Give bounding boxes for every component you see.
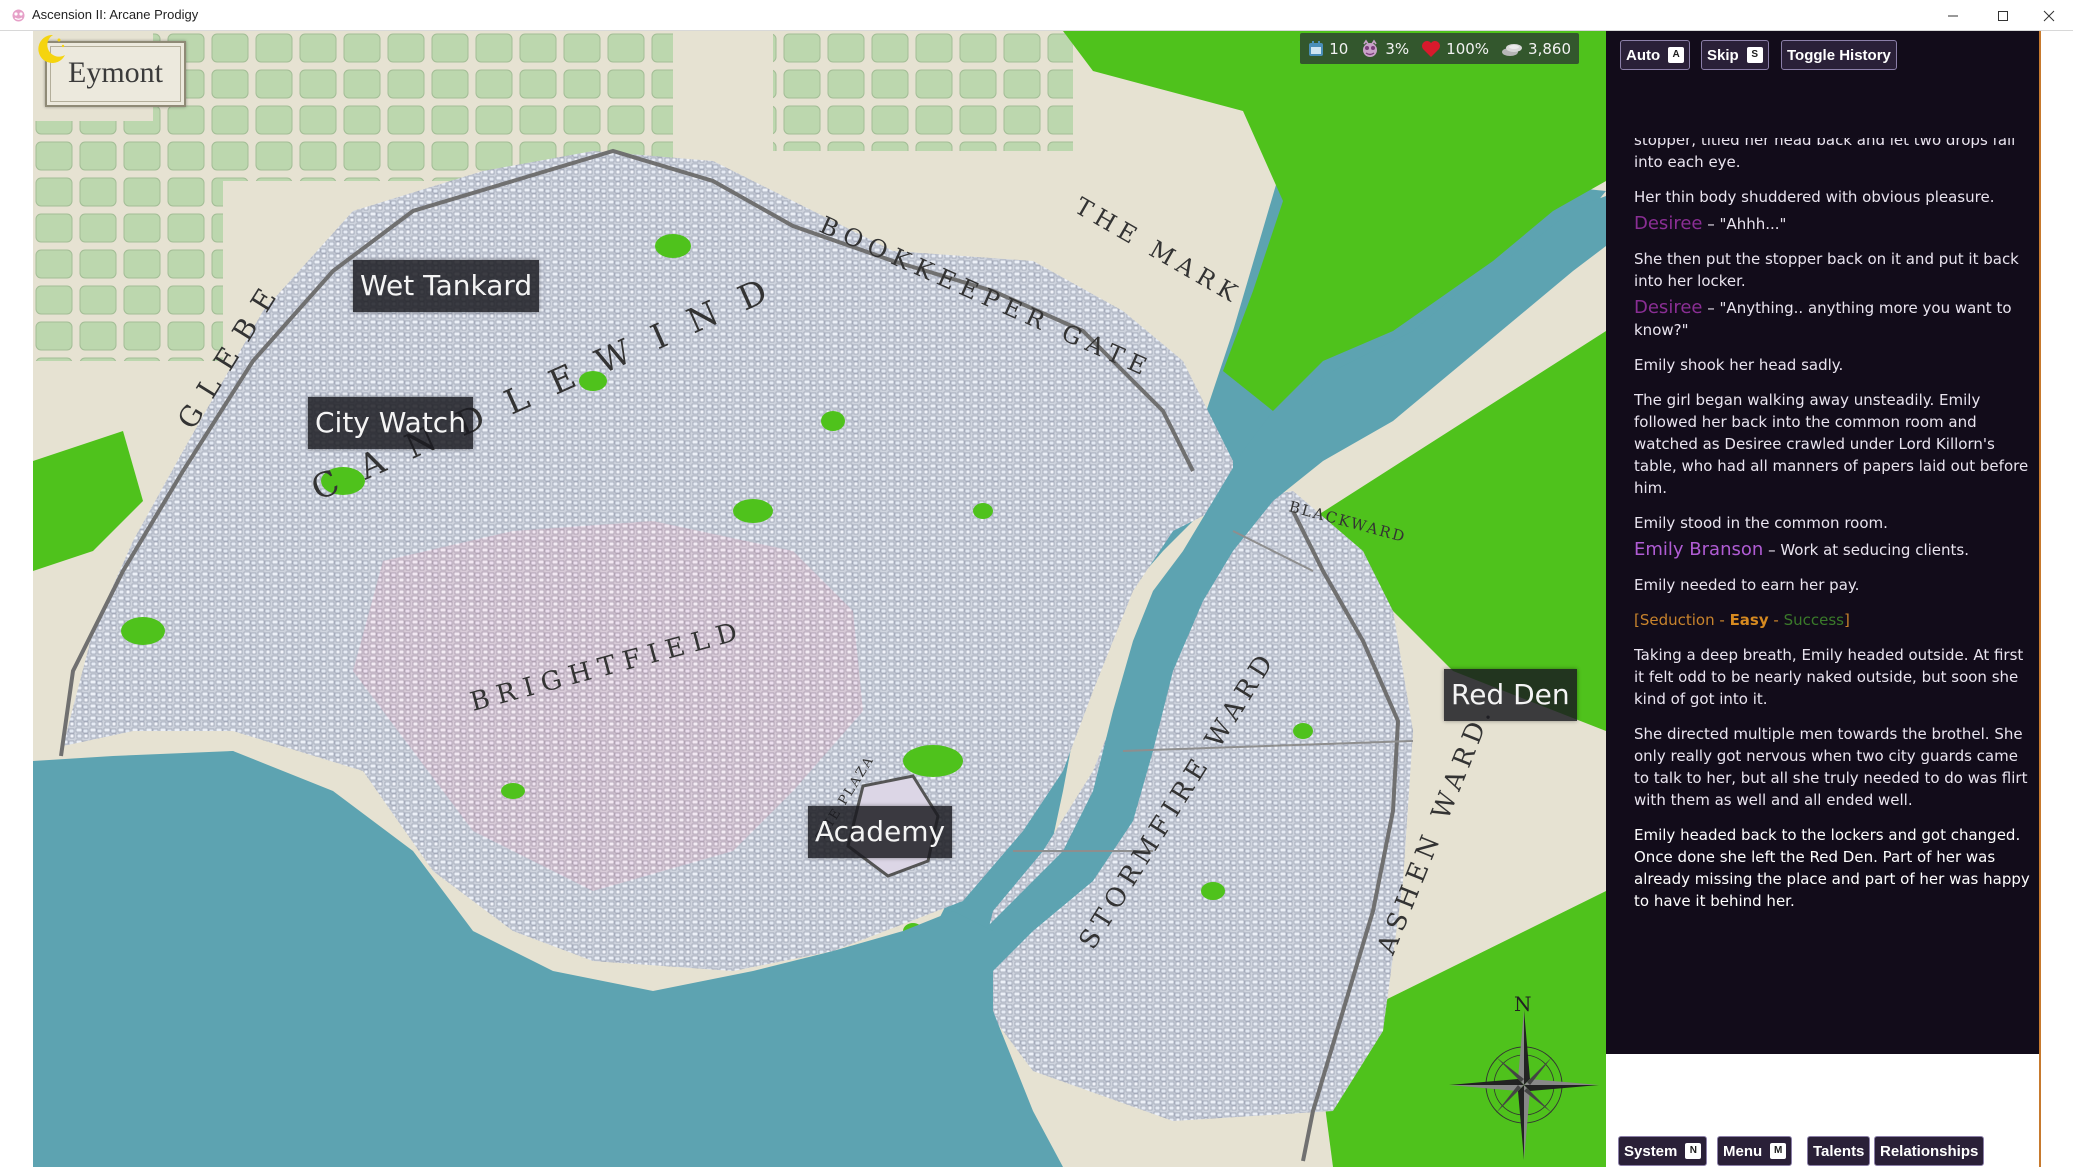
talents-button-label: Talents	[1813, 1142, 1865, 1160]
minimize-button[interactable]	[1930, 0, 1976, 31]
location-academy[interactable]: Academy	[808, 806, 953, 858]
location-city-watch[interactable]: City Watch	[308, 397, 473, 449]
speaker-name: Desiree	[1634, 213, 1703, 234]
toggle-history-button[interactable]: Toggle History	[1781, 40, 1897, 70]
skill-check-open: [Seduction -	[1634, 611, 1730, 629]
maximize-icon	[1998, 10, 2008, 21]
story-paragraph: Emily shook her head sadly.	[1634, 356, 1844, 374]
moon-icon	[38, 34, 65, 63]
location-red-den[interactable]: Red Den	[1444, 669, 1577, 721]
window-right-margin	[2041, 31, 2073, 1167]
relationships-button-label: Relationships	[1880, 1142, 1979, 1160]
city-name: Eymont	[50, 46, 181, 102]
corruption-stat: 3%	[1360, 39, 1409, 59]
auto-button-label: Auto	[1626, 46, 1661, 64]
story-paragraph: Emily needed to earn her pay.	[1634, 576, 1860, 594]
corruption-icon	[1363, 39, 1378, 57]
dialogue-line: Emily Branson – Work at seducing clients…	[1634, 539, 2030, 561]
system-hotkey: N	[1685, 1143, 1702, 1159]
skill-check-difficulty: Easy	[1729, 611, 1769, 629]
system-button-label: System	[1624, 1142, 1678, 1160]
city-map[interactable]: GLEBE CANDLEWIND BOOKKEEPER GATE THE MAR…	[33, 31, 1606, 1167]
skip-hotkey: S	[1746, 47, 1763, 63]
story-paragraph: Emily stood in the common room.	[1634, 514, 1888, 532]
coins-icon	[1502, 43, 1523, 56]
skip-button[interactable]: Skip S	[1701, 40, 1769, 70]
dialogue-text: "Ahhh..."	[1719, 215, 1787, 233]
system-button[interactable]: System N	[1618, 1136, 1708, 1166]
menu-button[interactable]: Menu M	[1717, 1136, 1793, 1166]
dialogue-text: Work at seducing clients.	[1780, 541, 1970, 559]
dialogue-dash: –	[1707, 299, 1720, 317]
auto-button[interactable]: Auto A	[1620, 40, 1691, 70]
dialogue-dash: –	[1707, 215, 1720, 233]
map-artwork: GLEBE CANDLEWIND BOOKKEEPER GATE THE MAR…	[33, 31, 1606, 1167]
story-paragraph: She then put the stopper back on it and …	[1634, 250, 2019, 290]
skill-check-separator: -	[1768, 611, 1784, 629]
close-icon	[2043, 10, 2055, 21]
story-paragraph: Her thin body shuddered with obvious ple…	[1634, 188, 1995, 206]
skill-check-close: ]	[1843, 611, 1850, 629]
speaker-name: Desiree	[1634, 297, 1703, 318]
gold-value: 3,860	[1528, 39, 1571, 58]
maximize-button[interactable]	[1980, 0, 2026, 31]
relationships-button[interactable]: Relationships	[1874, 1136, 1985, 1166]
health-value: 100%	[1446, 39, 1490, 58]
minimize-icon	[1948, 15, 1958, 16]
gold-stat: 3,860	[1501, 40, 1571, 58]
day-value: 10	[1329, 39, 1349, 58]
dialogue-line: Desiree – "Ahhh..."	[1634, 213, 2030, 235]
skill-check-result: Success	[1783, 611, 1844, 629]
story-paragraph: stopper, titled her head back and let tw…	[1634, 138, 2016, 171]
location-wet-tankard[interactable]: Wet Tankard	[353, 260, 540, 312]
calendar-icon	[1309, 40, 1324, 56]
heart-icon	[1422, 40, 1441, 57]
health-stat: 100%	[1421, 40, 1489, 58]
compass-north-label: N	[1514, 992, 1532, 1016]
auto-hotkey: A	[1668, 47, 1685, 63]
story-paragraph-current: Emily headed back to the lockers and got…	[1634, 826, 2030, 910]
speaker-name: Emily Branson	[1634, 539, 1764, 560]
window-title: Ascension II: Arcane Prodigy	[32, 7, 199, 22]
skip-button-label: Skip	[1707, 46, 1739, 64]
menu-button-label: Menu	[1723, 1142, 1763, 1160]
dialogue-dash: –	[1768, 541, 1781, 559]
story-paragraph: Taking a deep breath, Emily headed outsi…	[1634, 646, 2024, 708]
story-log[interactable]: stopper, titled her head back and let tw…	[1634, 138, 2030, 1038]
corruption-value: 3%	[1385, 39, 1410, 58]
day-counter: 10	[1308, 40, 1348, 58]
app-icon	[12, 9, 25, 22]
dialogue-line: Desiree – "Anything.. anything more you …	[1634, 297, 2030, 341]
close-button[interactable]	[2026, 0, 2072, 31]
toggle-history-label: Toggle History	[1787, 46, 1891, 64]
window-titlebar: Ascension II: Arcane Prodigy	[0, 0, 2073, 31]
story-paragraph: She directed multiple men towards the br…	[1634, 725, 2028, 809]
skill-check-line: [Seduction - Easy - Success]	[1634, 609, 2030, 631]
talents-button[interactable]: Talents	[1807, 1136, 1871, 1166]
story-paragraph: The girl began walking away unsteadily. …	[1634, 391, 2029, 497]
menu-hotkey: M	[1770, 1143, 1787, 1159]
status-hud: 10 3% 100% 3,860	[1300, 33, 1579, 64]
